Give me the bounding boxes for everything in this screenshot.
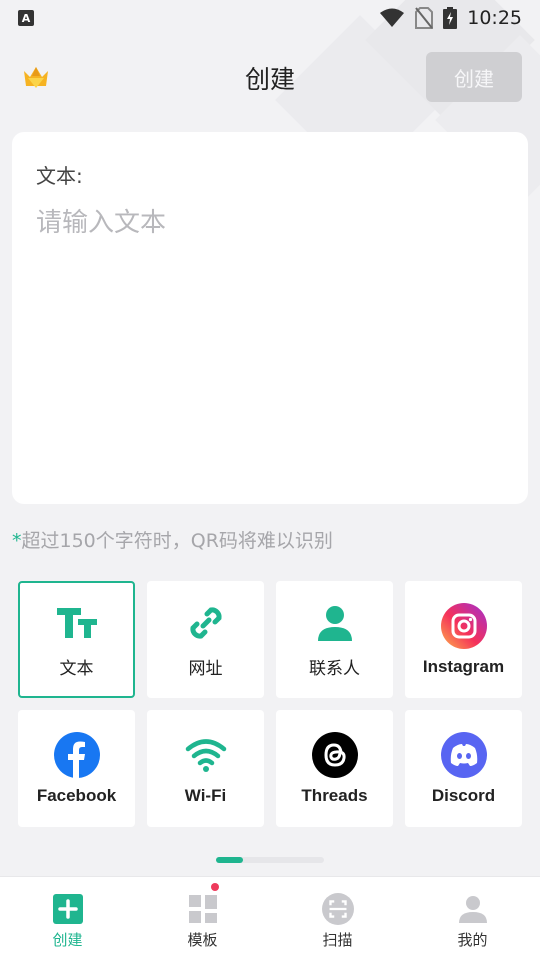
type-tile-discord[interactable]: Discord	[405, 710, 522, 827]
nav-label: 创建	[52, 931, 83, 949]
battery-charging-icon	[443, 7, 458, 29]
template-icon	[187, 893, 219, 925]
text-input-card: 文本:	[12, 132, 528, 504]
type-tile-instagram[interactable]: Instagram	[405, 581, 522, 698]
type-tile-wifi[interactable]: Wi-Fi	[147, 710, 264, 827]
nav-create[interactable]: 创建	[0, 877, 135, 960]
type-label: 网址	[188, 659, 223, 679]
link-icon	[183, 600, 229, 646]
page-indicator	[216, 857, 324, 863]
type-tile-facebook[interactable]: Facebook	[18, 710, 135, 827]
page-indicator-active	[216, 857, 243, 863]
type-label: Threads	[301, 785, 368, 805]
status-bar: A 10:25	[0, 0, 540, 36]
contact-icon	[312, 600, 358, 646]
scan-icon	[321, 893, 354, 925]
status-icons: 10:25	[379, 7, 522, 29]
qr-type-grid: 文本 网址 联系人 Instagram Facebook Wi-Fi Threa…	[18, 581, 522, 827]
no-sim-icon	[415, 7, 434, 29]
type-tile-text[interactable]: 文本	[18, 581, 135, 698]
type-label: 联系人	[309, 659, 360, 679]
facebook-icon	[53, 731, 100, 778]
nav-templates[interactable]: 模板	[135, 877, 270, 960]
type-tile-url[interactable]: 网址	[147, 581, 264, 698]
bottom-navigation: 创建 模板 扫描 我的	[0, 876, 540, 960]
wifi-signal-icon	[380, 8, 405, 27]
top-bar: 创建 创建	[0, 50, 540, 104]
threads-icon	[311, 731, 358, 778]
text-field-label: 文本:	[36, 164, 83, 188]
character-limit-hint: *超过150个字符时，QR码将难以识别	[12, 526, 333, 553]
nav-scan[interactable]: 扫描	[270, 877, 405, 960]
notification-dot	[211, 883, 219, 891]
type-tile-contact[interactable]: 联系人	[276, 581, 393, 698]
instagram-icon	[440, 602, 487, 649]
type-label: Wi-Fi	[184, 785, 227, 805]
clock: 10:25	[467, 7, 522, 29]
type-tile-threads[interactable]: Threads	[276, 710, 393, 827]
nav-label: 模板	[187, 931, 218, 949]
create-icon	[52, 893, 84, 925]
keyboard-indicator-icon: A	[18, 10, 34, 26]
nav-label: 扫描	[322, 931, 353, 949]
text-format-icon	[54, 600, 100, 646]
type-label: Facebook	[36, 785, 117, 805]
hint-asterisk: *	[12, 530, 22, 552]
type-label: Discord	[431, 785, 496, 805]
type-label: Instagram	[422, 656, 505, 676]
type-label: 文本	[59, 659, 94, 679]
profile-icon	[457, 893, 489, 925]
text-input[interactable]	[36, 202, 506, 482]
nav-label: 我的	[457, 931, 488, 949]
nav-profile[interactable]: 我的	[405, 877, 540, 960]
create-button[interactable]: 创建	[426, 52, 522, 102]
discord-icon	[440, 731, 487, 778]
wifi-icon	[183, 732, 229, 778]
hint-text: 超过150个字符时，QR码将难以识别	[21, 530, 333, 552]
